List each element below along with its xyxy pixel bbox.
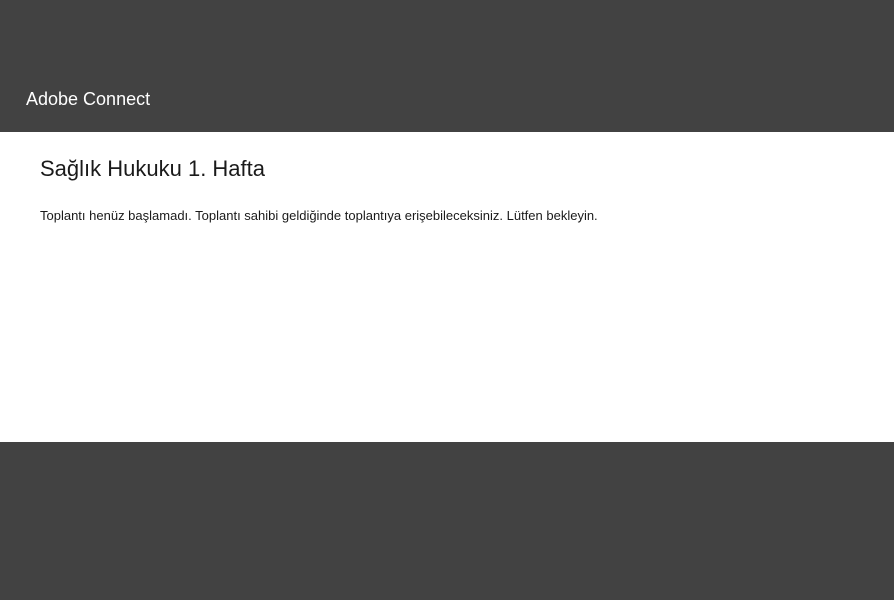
brand-label: Adobe Connect bbox=[26, 89, 150, 110]
footer-bar bbox=[0, 442, 894, 600]
meeting-title: Sağlık Hukuku 1. Hafta bbox=[40, 156, 854, 182]
meeting-status-message: Toplantı henüz başlamadı. Toplantı sahib… bbox=[40, 206, 854, 226]
header-bar: Adobe Connect bbox=[0, 0, 894, 132]
content-panel: Sağlık Hukuku 1. Hafta Toplantı henüz ba… bbox=[0, 132, 894, 442]
